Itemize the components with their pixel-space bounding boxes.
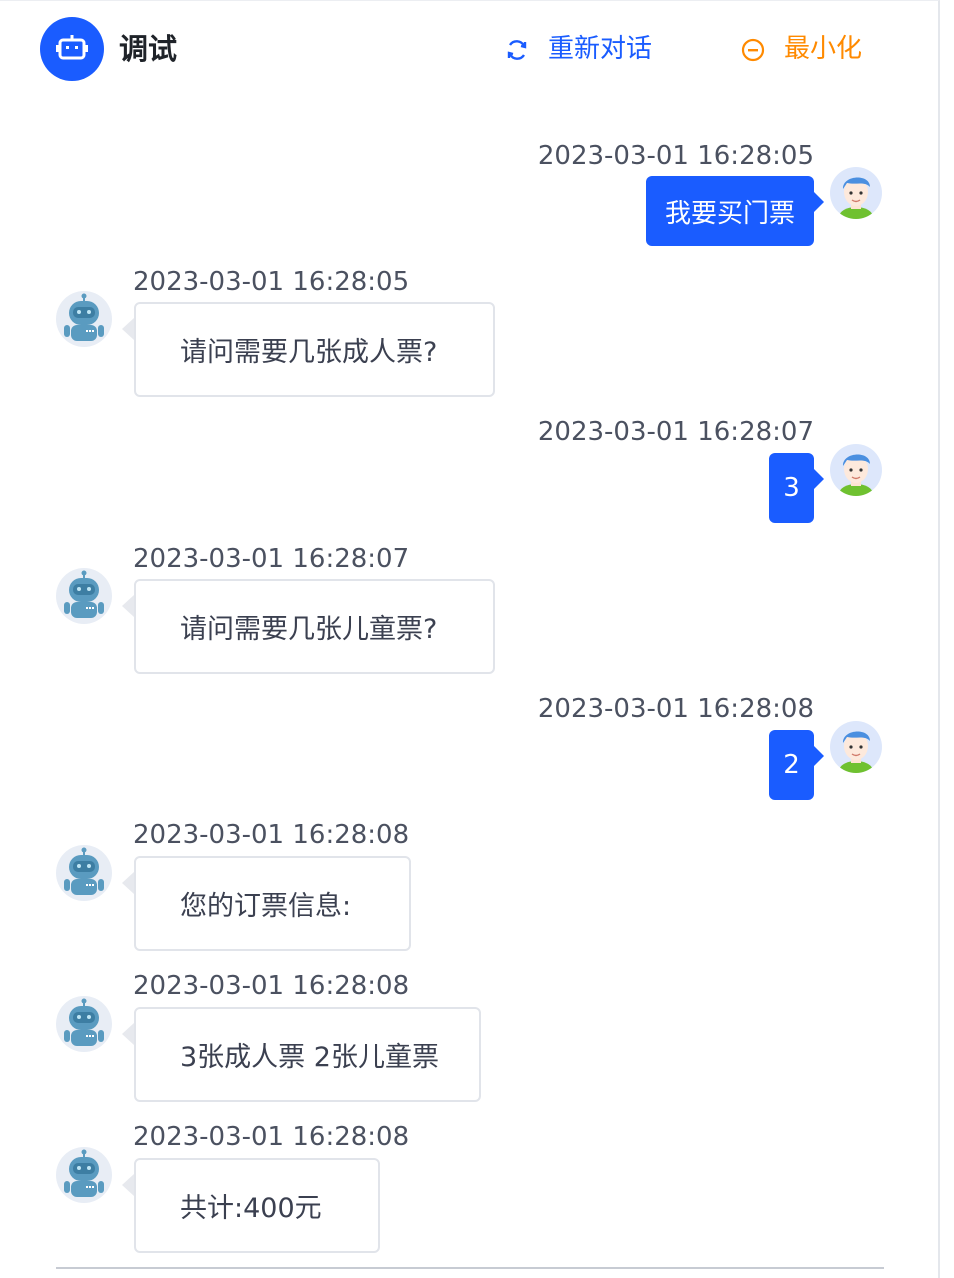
message-timestamp: 2023-03-01 16:28:07 bbox=[133, 544, 410, 574]
bot-message-bubble: 请问需要几张儿童票? bbox=[122, 579, 495, 674]
user-avatar bbox=[830, 721, 882, 773]
chat-debug-panel: 调试 重新对话 最小化 2023-03-01 16:28:05 我要买门票 20… bbox=[0, 0, 940, 1278]
message-timestamp: 2023-03-01 16:28:08 bbox=[133, 820, 410, 850]
panel-header: 调试 重新对话 最小化 bbox=[0, 1, 940, 101]
message-timestamp: 2023-03-01 16:28:05 bbox=[537, 141, 814, 171]
minimize-label: 最小化 bbox=[784, 34, 863, 64]
refresh-icon bbox=[507, 40, 527, 60]
bot-avatar bbox=[56, 1147, 112, 1203]
message-timestamp: 2023-03-01 16:28:08 bbox=[133, 971, 410, 1001]
restart-label: 重新对话 bbox=[548, 34, 653, 64]
message-timestamp: 2023-03-01 16:28:05 bbox=[133, 267, 410, 297]
bot-avatar bbox=[56, 291, 112, 347]
bot-message-bubble: 共计:400元 bbox=[122, 1158, 380, 1253]
user-avatar bbox=[830, 167, 882, 219]
bot-message-bubble: 3张成人票 2张儿童票 bbox=[122, 1007, 481, 1102]
bot-message-bubble: 请问需要几张成人票? bbox=[122, 302, 495, 397]
robot-logo-icon bbox=[40, 17, 104, 81]
minus-circle-icon bbox=[741, 38, 765, 62]
bot-avatar bbox=[56, 845, 112, 901]
message-list[interactable]: 2023-03-01 16:28:05 我要买门票 2023-03-01 16:… bbox=[0, 101, 940, 1261]
input-divider bbox=[56, 1267, 884, 1269]
minimize-button[interactable]: 最小化 bbox=[740, 29, 880, 69]
restart-conversation-button[interactable]: 重新对话 bbox=[504, 29, 674, 69]
bot-avatar bbox=[56, 568, 112, 624]
user-message-bubble: 我要买门票 bbox=[646, 176, 824, 246]
user-message-bubble: 2 bbox=[769, 730, 824, 800]
user-avatar bbox=[830, 444, 882, 496]
page-title: 调试 bbox=[119, 32, 178, 66]
message-timestamp: 2023-03-01 16:28:07 bbox=[537, 417, 814, 447]
bot-avatar bbox=[56, 996, 112, 1052]
user-message-bubble: 3 bbox=[769, 453, 824, 523]
bot-message-bubble: 您的订票信息: bbox=[122, 856, 411, 951]
message-timestamp: 2023-03-01 16:28:08 bbox=[537, 694, 814, 724]
message-timestamp: 2023-03-01 16:28:08 bbox=[133, 1122, 410, 1152]
